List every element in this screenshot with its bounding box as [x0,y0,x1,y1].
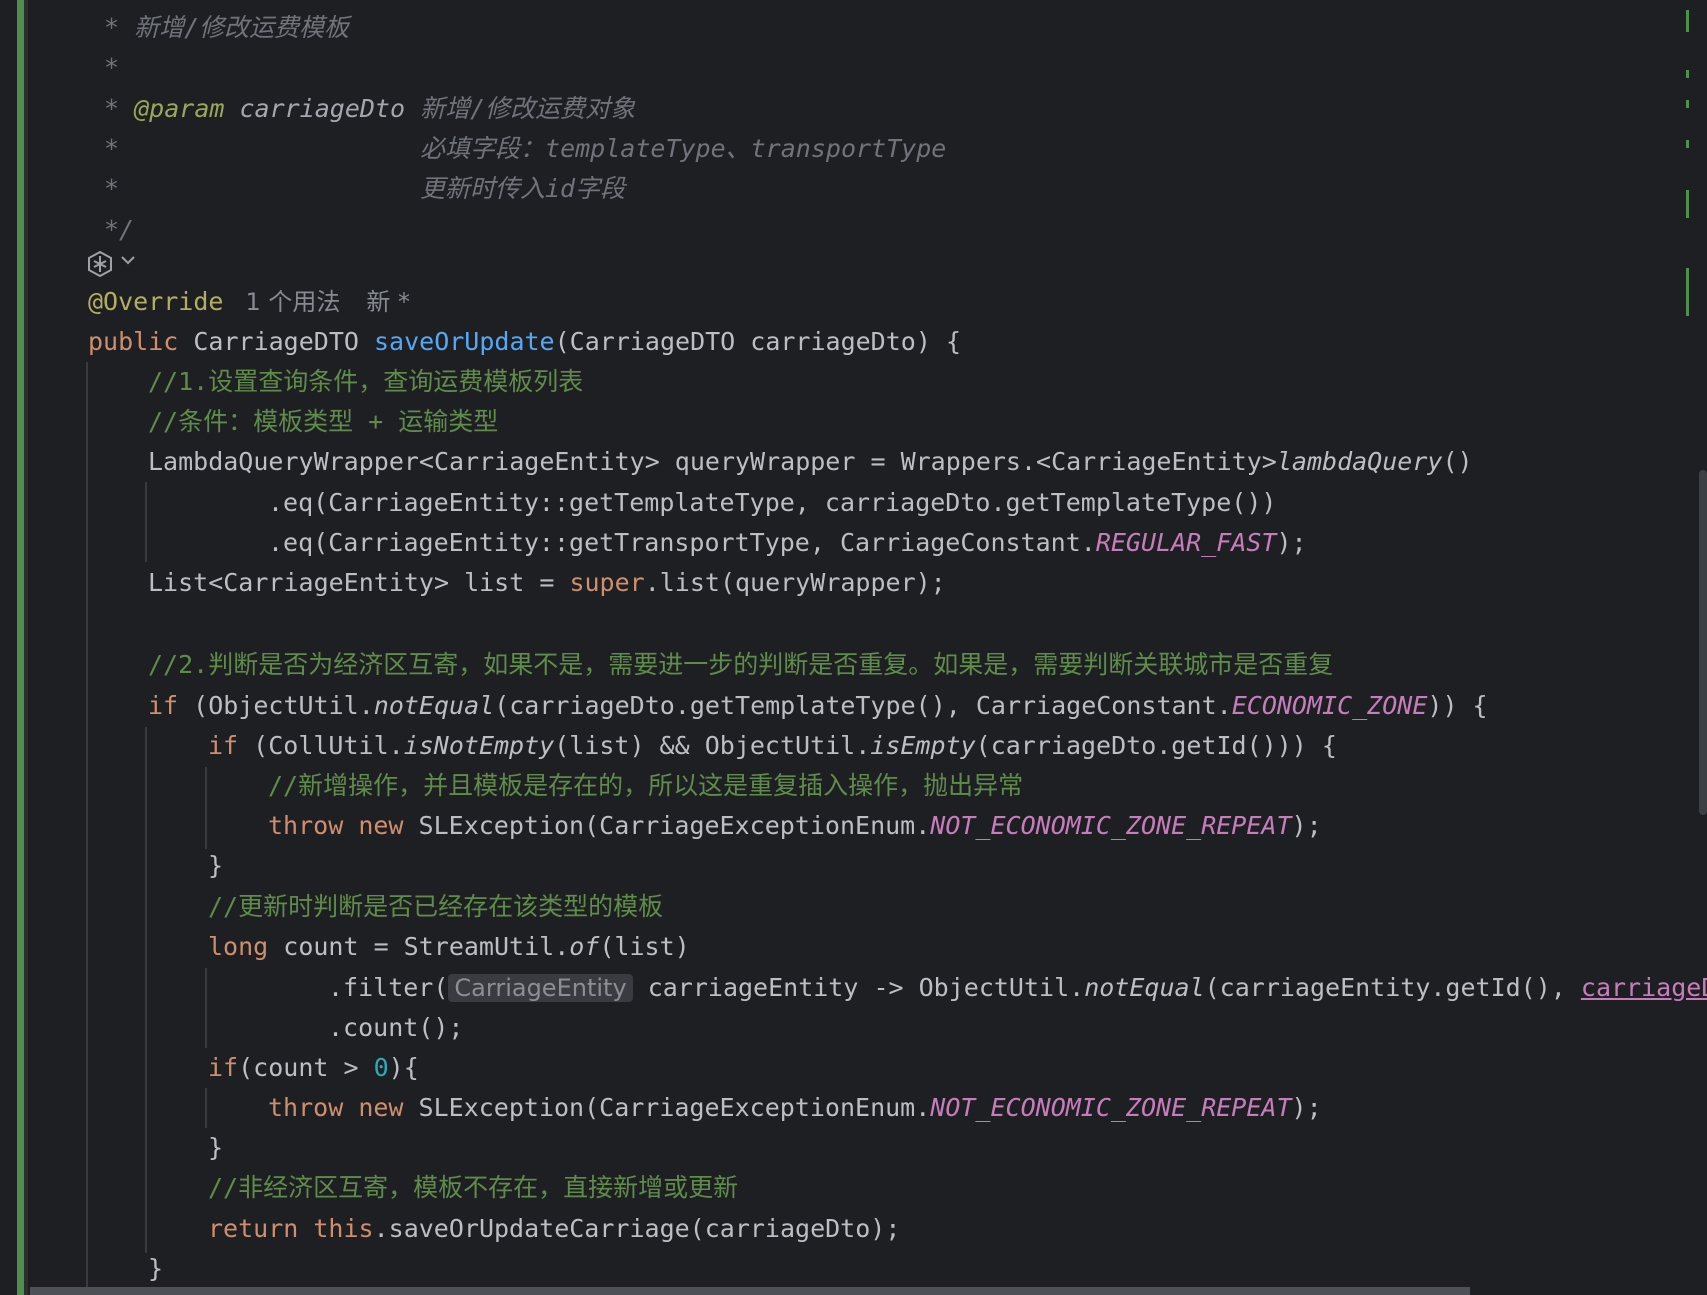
code-line: if (ObjectUtil.notEqual(carriageDto.getT… [148,691,1488,720]
indent-guide [205,1088,207,1128]
param-name: carriageDto [224,94,421,123]
doc-comment-close: */ [104,215,135,244]
change-stripe[interactable] [1686,10,1689,32]
line-comment: //1.设置查询条件，查询运费模板列表 [148,367,584,396]
type-inlay-hint[interactable]: CarriageEntity [448,974,633,1002]
change-stripe[interactable] [1686,190,1689,218]
doc-comment-line: * [104,174,120,203]
code-line: throw new SLException(CarriageExceptionE… [268,1093,1322,1122]
doc-comment-param-line: * @param carriageDto 新增/修改运费对象 [104,94,636,123]
indent-guide [86,362,88,1290]
vcs-change-marker[interactable] [17,0,24,1295]
indent-guide [205,767,207,849]
method-name[interactable]: saveOrUpdate [374,327,555,356]
param-tag: @param [134,94,225,123]
vcs-status-hint[interactable]: 新 * [366,288,410,316]
line-comment: //非经济区互寄，模板不存在，直接新增或更新 [208,1173,739,1202]
code-line: .count(); [328,1013,464,1042]
doc-comment-update-note: 更新时传入id字段 [420,174,626,203]
indent-guide [145,727,147,1253]
field-reference[interactable]: carriageDto [1581,973,1707,1002]
usages-hint[interactable]: 1 个用法 [245,288,340,316]
code-line: long count = StreamUtil.of(list) [208,932,690,961]
code-line: .eq(CarriageEntity::getTransportType, Ca… [268,528,1307,557]
doc-comment-title: * 新增/修改运费模板 [104,13,350,42]
override-annotation: @Override [88,287,224,316]
code-line: return this.saveOrUpdateCarriage(carriag… [208,1214,901,1243]
line-comment: //条件：模板类型 + 运输类型 [148,407,499,436]
change-stripe[interactable] [1686,70,1689,78]
code-line: } [148,1254,164,1283]
doc-comment-required-fields: 必填字段：templateType、transportType [420,134,947,163]
change-stripe[interactable] [1686,140,1689,148]
code-line: } [208,851,224,880]
code-line: throw new SLException(CarriageExceptionE… [268,811,1322,840]
method-declaration: public CarriageDTO saveOrUpdate(Carriage… [88,327,961,356]
gutter-separator [24,0,28,1295]
chevron-down-icon[interactable] [120,252,136,268]
indent-guide [145,482,147,562]
code-line: if(count > 0){ [208,1053,419,1082]
doc-comment-line: * [104,134,120,163]
code-line: .eq(CarriageEntity::getTemplateType, car… [268,488,1277,517]
line-comment: //2.判断是否为经济区互寄，如果不是，需要进一步的判断是否重复。如果是，需要判… [148,650,1334,679]
indent-guide [205,968,207,1048]
code-line: if (CollUtil.isNotEmpty(list) && ObjectU… [208,731,1337,760]
doc-comment-line: * 新增/修改运费模板 [104,8,349,48]
line-comment: //新增操作，并且模板是存在的，所以这是重复插入操作，抛出异常 [268,771,1024,800]
override-line: @Override 1 个用法新 * [88,282,410,322]
code-line: .filter(CarriageEntity carriageEntity ->… [328,968,1707,1008]
line-comment: //更新时判断是否已经存在该类型的模板 [208,892,664,921]
change-stripe[interactable] [1686,100,1689,108]
vertical-scrollbar[interactable] [1699,470,1707,815]
horizontal-scrollbar[interactable] [30,1287,1470,1295]
code-editor[interactable]: * 新增/修改运费模板 * * @param carriageDto 新增/修改… [0,0,1707,1295]
ai-assistant-icon[interactable] [86,250,114,278]
code-line: } [208,1133,224,1162]
param-description: 新增/修改运费对象 [420,94,636,123]
code-line: List<CarriageEntity> list = super.list(q… [148,568,946,597]
doc-comment-line: * [104,53,120,82]
code-line: LambdaQueryWrapper<CarriageEntity> query… [148,447,1473,476]
change-stripe[interactable] [1686,268,1689,316]
